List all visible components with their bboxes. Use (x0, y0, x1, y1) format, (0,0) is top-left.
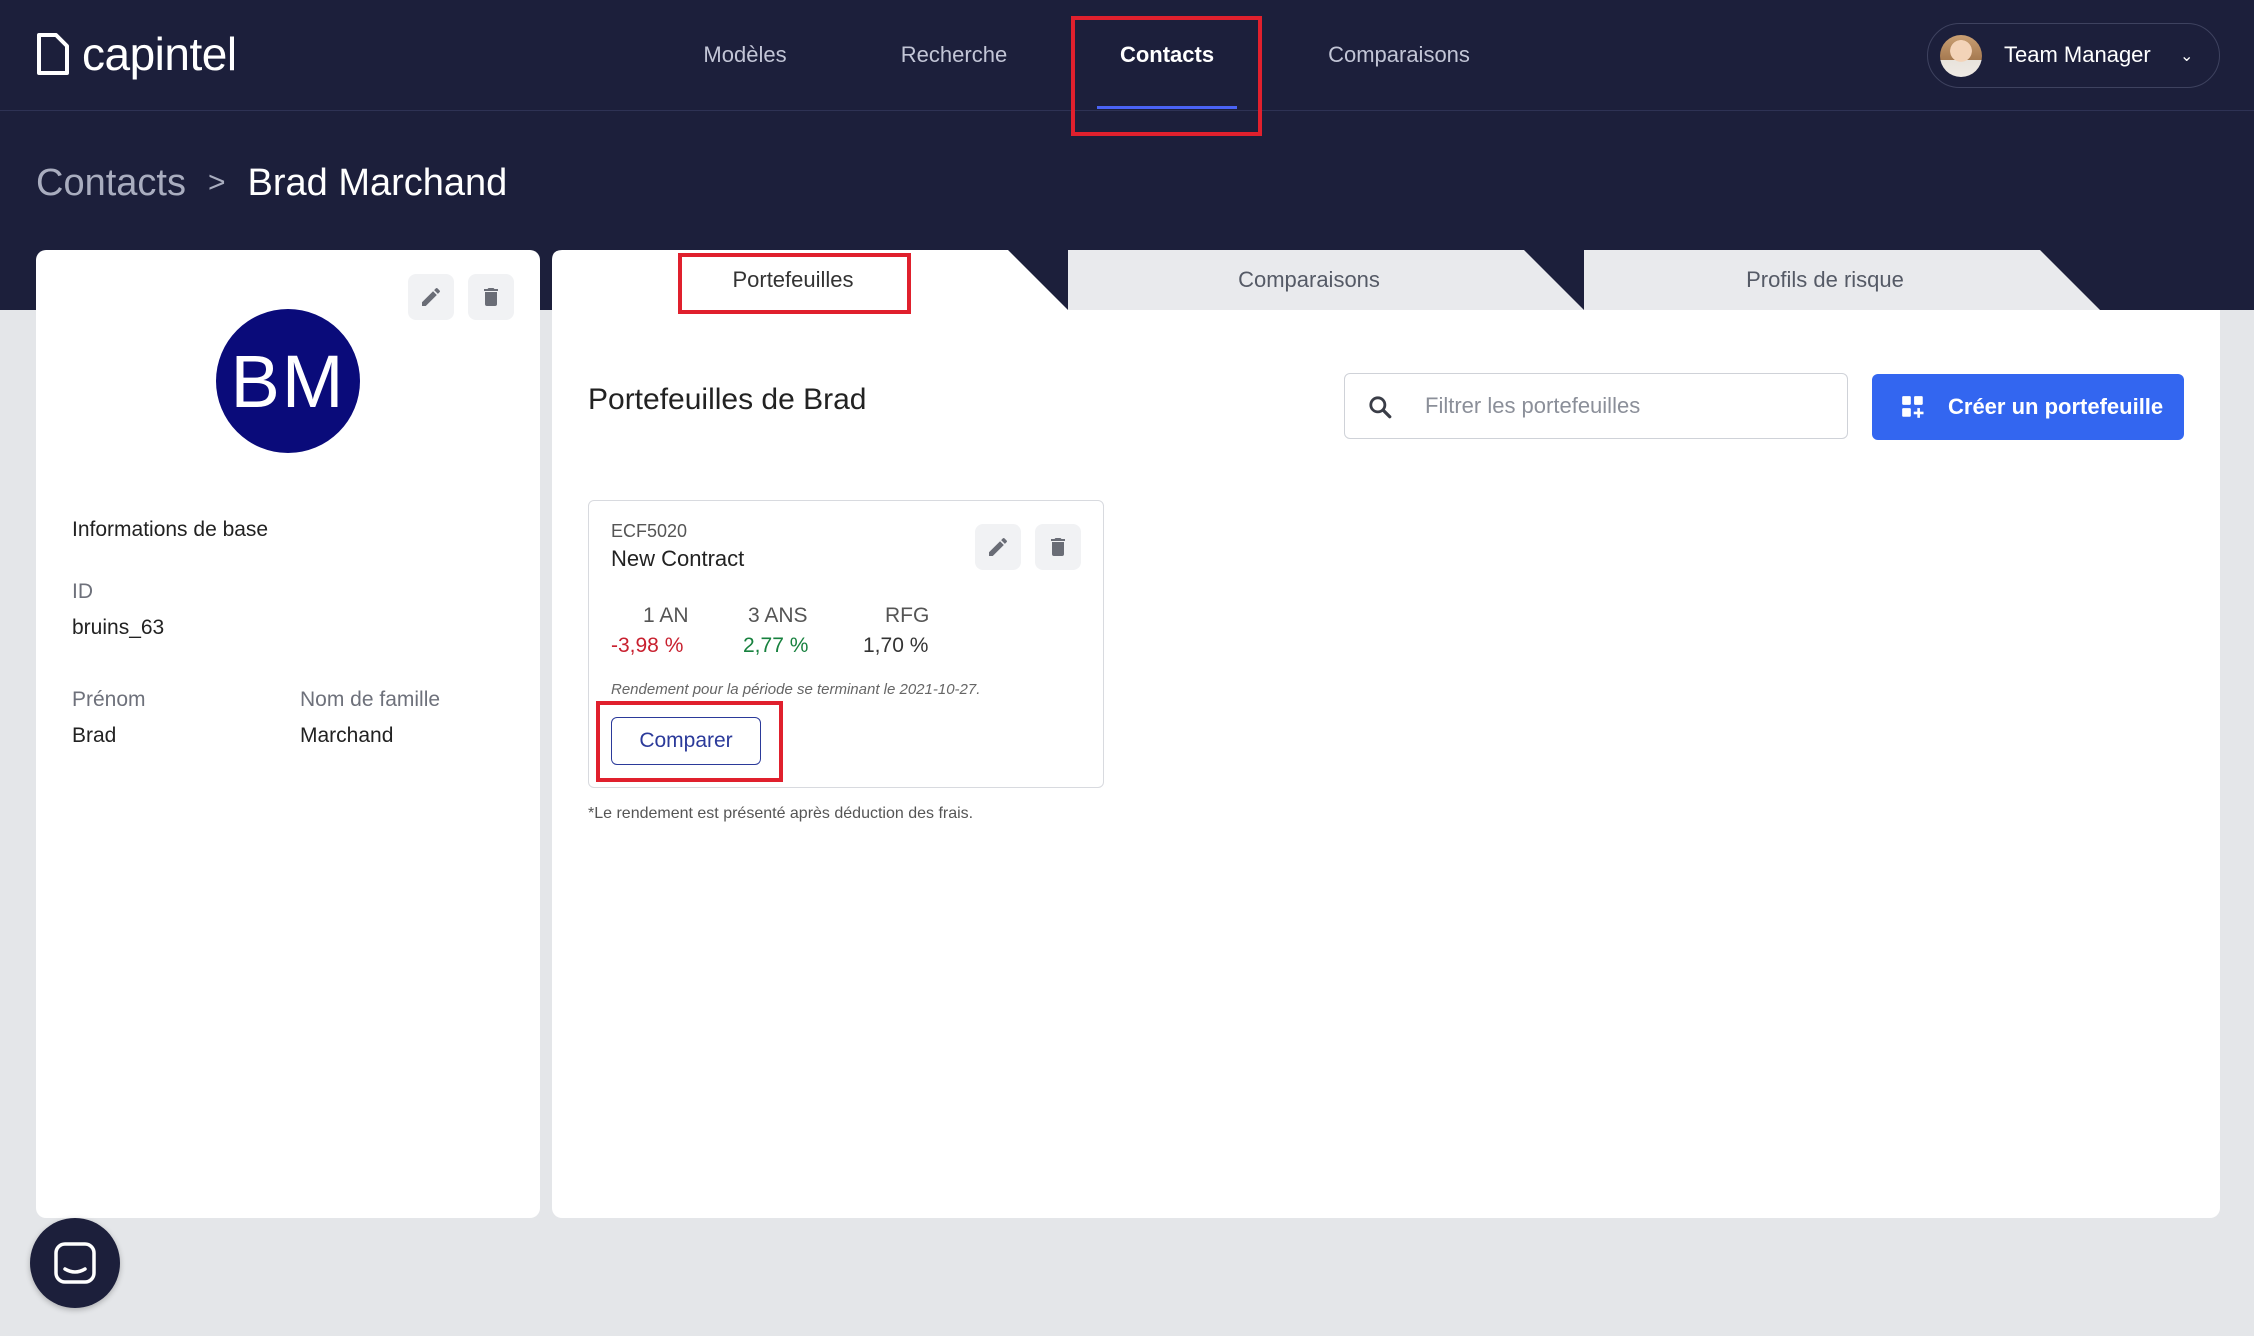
chevron-right-icon: > (207, 166, 226, 199)
return-period-note: Rendement pour la période se terminant l… (611, 681, 981, 698)
first-name-value: Brad (72, 724, 117, 747)
metric-1-year-label: 1 AN (643, 604, 689, 627)
tab-portefeuilles[interactable]: Portefeuilles (552, 250, 1034, 310)
breadcrumb-contacts-link[interactable]: Contacts (36, 162, 186, 205)
portfolio-code: ECF5020 (611, 521, 688, 541)
create-portfolio-button[interactable]: Créer un portefeuille (1872, 374, 2184, 440)
first-name-label: Prénom (72, 688, 146, 711)
chat-launcher-button[interactable] (30, 1218, 120, 1308)
contact-profile-card: BM Informations de base ID bruins_63 Pré… (36, 250, 540, 1218)
metric-3-years-label: 3 ANS (748, 604, 808, 627)
metric-rfg-label: RFG (885, 604, 930, 627)
capintel-logo[interactable]: capintel (36, 28, 237, 80)
portfolio-name: New Contract (611, 546, 745, 571)
contact-initials-avatar: BM (216, 309, 360, 453)
nav-modeles[interactable]: Modèles (680, 0, 810, 110)
portfolio-search[interactable] (1344, 373, 1848, 439)
id-value: bruins_63 (72, 616, 165, 639)
id-label: ID (72, 580, 93, 603)
user-name: Team Manager (2004, 42, 2151, 67)
user-menu[interactable]: Team Manager ⌄ (1927, 23, 2220, 88)
delete-contact-button[interactable] (468, 274, 514, 320)
last-name-value: Marchand (300, 724, 394, 747)
nav-contacts[interactable]: Contacts (1100, 0, 1234, 110)
add-grid-icon (1902, 396, 1924, 418)
edit-contact-button[interactable] (408, 274, 454, 320)
tab-comparaisons[interactable]: Comparaisons (1068, 250, 1550, 310)
compare-button[interactable]: Comparer (611, 717, 761, 765)
active-nav-indicator (1097, 106, 1237, 109)
basic-info-title: Informations de base (72, 518, 269, 541)
create-portfolio-label: Créer un portefeuille (1948, 394, 2164, 419)
nav-comparaisons[interactable]: Comparaisons (1312, 0, 1486, 110)
tab-profils-de-risque[interactable]: Profils de risque (1584, 250, 2066, 310)
metric-rfg-value: 1,70 % (863, 634, 929, 657)
chevron-down-icon: ⌄ (2180, 48, 2194, 65)
search-icon (1369, 396, 1392, 419)
metric-1-year-value: -3,98 % (611, 634, 684, 657)
trash-icon (1051, 538, 1065, 556)
metric-3-years-value: 2,77 % (743, 634, 809, 657)
logo-mark-icon (37, 33, 69, 75)
last-name-label: Nom de famille (300, 688, 441, 711)
search-input[interactable] (1425, 374, 1835, 438)
edit-portfolio-button[interactable] (975, 524, 1021, 570)
panel-title: Portefeuilles de Brad (588, 383, 867, 416)
chat-icon (54, 1242, 96, 1284)
brand-name: capintel (82, 28, 237, 80)
breadcrumb-current: Brad Marchand (247, 161, 508, 204)
breadcrumb: Contacts > Brad Marchand (36, 158, 507, 208)
top-navigation-bar: capintel Modèles Recherche Contacts Comp… (0, 0, 2254, 111)
pencil-icon (422, 287, 441, 306)
delete-portfolio-button[interactable] (1035, 524, 1081, 570)
portfolio-card: ECF5020 New Contract 1 AN -3,98 % 3 ANS … (588, 500, 1104, 788)
trash-icon (484, 288, 498, 306)
user-avatar (1940, 35, 1982, 77)
fees-footnote: *Le rendement est présenté après déducti… (588, 805, 974, 822)
pencil-icon (989, 537, 1008, 556)
nav-recherche[interactable]: Recherche (886, 0, 1022, 110)
